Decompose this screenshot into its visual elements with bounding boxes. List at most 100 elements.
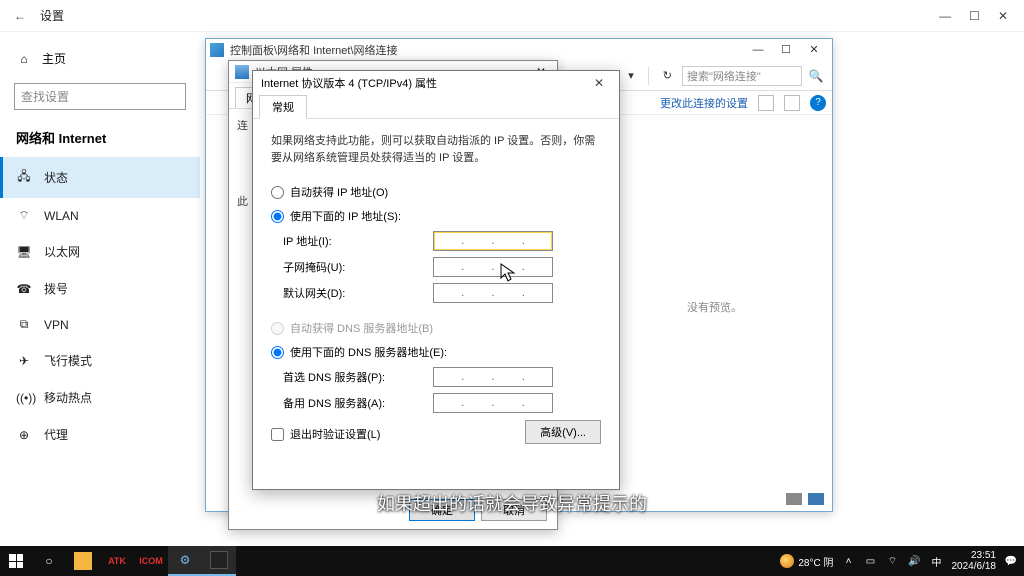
taskbar-clock[interactable]: 23:51 2024/6/18 [952,550,997,572]
dns1-label: 首选 DNS 服务器(P): [283,369,433,385]
nav-label: 飞行模式 [44,352,92,369]
home-row[interactable]: ⌂ 主页 [0,42,200,75]
details-view-icon[interactable] [786,493,802,505]
auto-dns-radio [271,322,284,335]
nav-label: 代理 [44,426,68,443]
start-button[interactable] [0,546,32,576]
settings-title: 设置 [40,7,64,24]
nav-label: 移动热点 [44,389,92,406]
nav-item-5[interactable]: ✈ 飞行模式 [0,342,200,379]
subtitle-overlay: 如果超出的话就会导致异常提示的 [377,490,647,516]
taskbar-app-2[interactable]: ICOM [134,546,168,576]
home-icon: ⌂ [16,52,32,66]
ip-label: IP 地址(I): [283,233,433,249]
section-label: 网络和 Internet [0,122,200,157]
nav-label: 状态 [44,169,68,186]
ipv4-properties-dialog: Internet 协议版本 4 (TCP/IPv4) 属性 ✕ 常规 如果网络支… [252,70,620,490]
cp-search[interactable]: 搜索"网络连接" [682,66,802,86]
cp-maximize[interactable]: ☐ [772,41,800,59]
cp-dropdown[interactable]: ▾ [622,67,640,84]
gateway-input[interactable]: ... [433,283,553,303]
nav-icon: ⊕ [16,428,32,442]
dns2-input[interactable]: ... [433,393,553,413]
tray-battery[interactable]: ▭ [864,556,878,567]
nav-item-1[interactable]: ⌔ WLAN [0,198,200,233]
mask-input[interactable]: ... [433,257,553,277]
dns1-input[interactable]: ... [433,367,553,387]
view-button-2[interactable] [784,95,800,111]
validate-checkbox[interactable] [271,428,284,441]
cp-minimize[interactable]: — [744,41,772,59]
manual-ip-label: 使用下面的 IP 地址(S): [290,208,401,224]
tray-network[interactable]: ⌔ [886,555,900,568]
nav-icon: 🖧 [16,167,32,188]
nav-icon: ⌔ [16,208,32,223]
validate-label: 退出时验证设置(L) [290,426,380,442]
tab-general[interactable]: 常规 [259,95,307,119]
nav-item-4[interactable]: ⧉VPN [0,307,200,342]
adapter-icon [235,65,249,79]
taskbar-taskview[interactable] [66,546,100,576]
auto-dns-label: 自动获得 DNS 服务器地址(B) [290,320,433,336]
manual-dns-radio-row[interactable]: 使用下面的 DNS 服务器地址(E): [271,340,601,364]
search-icon[interactable]: 🔍 [806,69,826,83]
auto-ip-radio[interactable] [271,186,284,199]
minimize-button[interactable]: — [939,9,951,23]
auto-dns-radio-row: 自动获得 DNS 服务器地址(B) [271,316,601,340]
nav-icon: ☎ [16,282,32,296]
back-button[interactable]: ← [8,9,32,23]
manual-ip-radio[interactable] [271,210,284,223]
close-button[interactable]: ✕ [998,9,1008,23]
nav-label: WLAN [44,209,79,223]
tray-ime[interactable]: 中 [930,554,944,569]
advanced-button[interactable]: 高级(V)... [525,420,601,444]
search-input[interactable]: 查找设置 [14,83,186,110]
ipv4-description: 如果网络支持此功能，则可以获取自动指派的 IP 设置。否则，你需要从网络系统管理… [271,133,601,166]
settings-titlebar: ← 设置 — ☐ ✕ [0,0,1024,32]
nav-label: 以太网 [44,243,80,260]
tray-volume[interactable]: 🔊 [908,556,922,567]
manual-dns-radio[interactable] [271,346,284,359]
nav-item-7[interactable]: ⊕ 代理 [0,416,200,453]
maximize-button[interactable]: ☐ [969,9,980,23]
tray-chevron[interactable]: ˄ [842,556,856,567]
nav-icon: ((•)) [16,391,32,405]
taskbar-search[interactable]: ○ [32,546,66,576]
ip-input[interactable]: ... [433,231,553,251]
manual-dns-label: 使用下面的 DNS 服务器地址(E): [290,344,447,360]
taskbar-app-1[interactable]: ATK [100,546,134,576]
tiles-view-icon[interactable] [808,493,824,505]
cp-refresh[interactable]: ↻ [657,67,678,84]
home-label: 主页 [42,50,66,67]
auto-ip-label: 自动获得 IP 地址(O) [290,184,388,200]
time-label: 23:51 [952,550,997,561]
nav-label: 拨号 [44,280,68,297]
help-icon[interactable]: ? [810,95,826,111]
taskbar-settings[interactable]: ⚙ [168,546,202,576]
no-preview-label: 没有预览。 [687,299,742,315]
taskbar-terminal[interactable] [202,546,236,576]
taskbar: ○ ATK ICOM ⚙ 28°C 阴 ˄ ▭ ⌔ 🔊 中 23:51 2024… [0,546,1024,576]
date-label: 2024/6/18 [952,561,997,572]
settings-sidebar: ⌂ 主页 查找设置 网络和 Internet 🖧 状态 ⌔ WLAN 🖥以太网 ☎ 拨号 ⧉V… [0,32,200,576]
change-settings-link[interactable]: 更改此连接的设置 [660,95,748,111]
manual-ip-radio-row[interactable]: 使用下面的 IP 地址(S): [271,204,601,228]
nav-icon: ⧉ [16,317,32,332]
nav-item-0[interactable]: 🖧 状态 [0,157,200,198]
weather-icon [780,554,794,568]
nav-item-3[interactable]: ☎ 拨号 [0,270,200,307]
gateway-label: 默认网关(D): [283,285,433,301]
ipv4-title: Internet 协议版本 4 (TCP/IPv4) 属性 [261,75,437,91]
cp-close[interactable]: ✕ [800,41,828,59]
dns2-label: 备用 DNS 服务器(A): [283,395,433,411]
weather-widget[interactable]: 28°C 阴 [780,554,833,569]
weather-text: 28°C 阴 [798,554,833,569]
nav-item-6[interactable]: ((•)) 移动热点 [0,379,200,416]
nav-icon: ✈ [16,354,32,368]
tray-notifications[interactable]: 💬 [1004,556,1018,567]
nav-item-2[interactable]: 🖥以太网 [0,233,200,270]
cp-titlebar: 控制面板\网络和 Internet\网络连接 — ☐ ✕ [206,39,832,61]
ipv4-close[interactable]: ✕ [587,76,611,90]
view-button-1[interactable] [758,95,774,111]
auto-ip-radio-row[interactable]: 自动获得 IP 地址(O) [271,180,601,204]
